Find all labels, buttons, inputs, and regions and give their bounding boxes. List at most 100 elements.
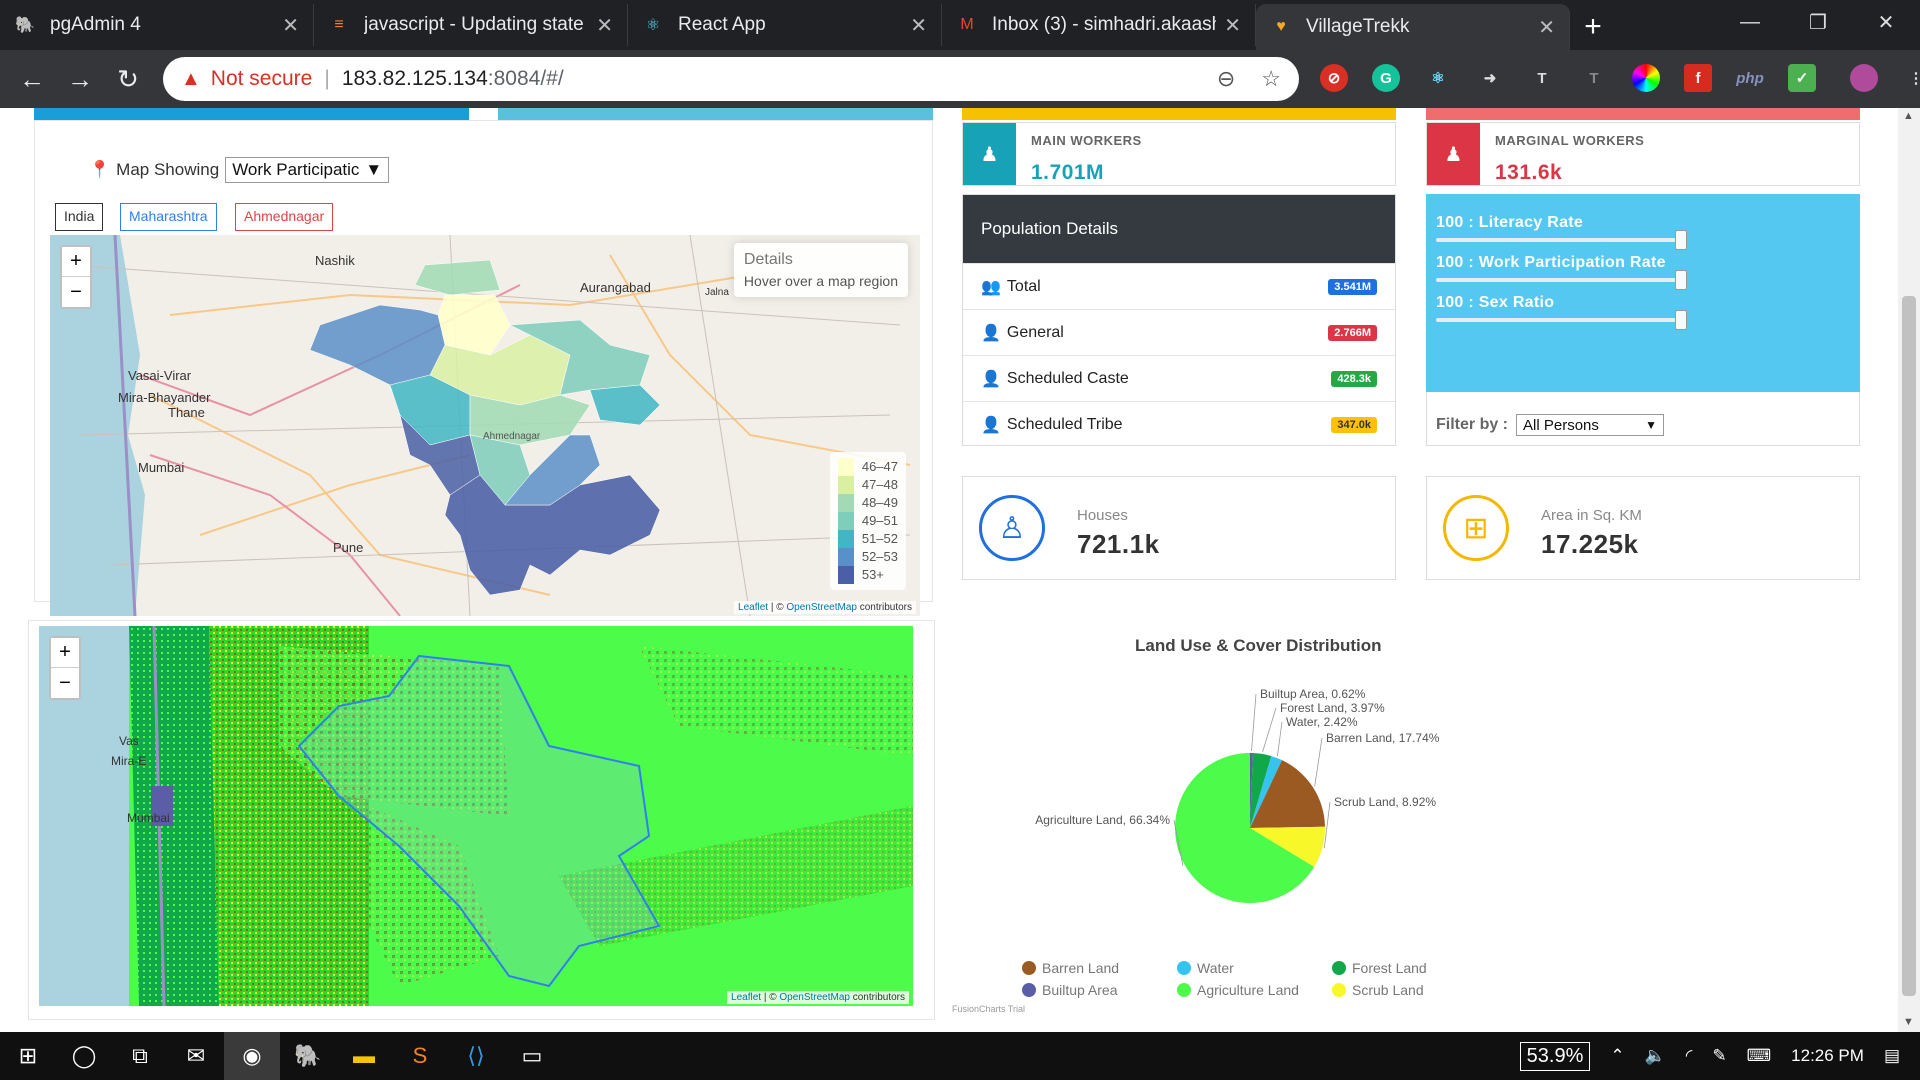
page-scrollbar[interactable]: ▲ ▼ xyxy=(1898,108,1920,1032)
menu-dots-icon[interactable]: ⋮ xyxy=(1902,64,1920,92)
legend-item: 49–51 xyxy=(837,512,898,530)
minimize-button[interactable]: — xyxy=(1716,0,1784,44)
extension-block-icon[interactable]: ⊘ xyxy=(1320,64,1348,92)
pie-connector xyxy=(1277,721,1283,757)
address-bar[interactable]: ▲ Not secure | 183.82.125.134 :8084/#/ ⊖… xyxy=(163,57,1299,101)
php-icon[interactable]: php xyxy=(1736,64,1764,92)
text-extension-icon[interactable]: T xyxy=(1528,64,1556,92)
pie-legend-item[interactable]: Builtup Area xyxy=(1022,982,1118,998)
tab-stackoverflow[interactable]: ≡ javascript - Updating state w ✕ xyxy=(314,4,628,46)
scroll-down-arrow[interactable]: ▼ xyxy=(1903,1016,1914,1028)
leaflet-link[interactable]: Leaflet xyxy=(738,602,768,613)
forward-button[interactable]: → xyxy=(56,55,104,103)
close-icon[interactable]: ✕ xyxy=(282,13,299,38)
scrollbar-thumb[interactable] xyxy=(1902,296,1916,996)
osm-link[interactable]: OpenStreetMap xyxy=(786,602,857,613)
back-button[interactable]: ← xyxy=(8,55,56,103)
tab-gmail[interactable]: M Inbox (3) - simhadri.akaash ✕ xyxy=(942,4,1256,46)
breadcrumb-india[interactable]: India xyxy=(55,203,104,231)
bookmark-star-icon[interactable]: ☆ xyxy=(1261,66,1281,92)
file-explorer-icon[interactable]: ▬ xyxy=(336,1032,392,1080)
clock[interactable]: 12:26 PM xyxy=(1791,1046,1864,1066)
literacy-rate-slider[interactable] xyxy=(1436,230,1687,250)
mail-icon[interactable]: ✉ xyxy=(168,1032,224,1080)
map-showing-label: Map Showing xyxy=(116,160,220,179)
chart-title: Land Use & Cover Distribution xyxy=(1135,636,1382,655)
place-label: Pune xyxy=(333,540,364,555)
react-devtools-icon[interactable]: ⚛ xyxy=(1424,64,1452,92)
close-icon[interactable]: ✕ xyxy=(910,13,927,38)
pgadmin-icon[interactable]: 🐘 xyxy=(280,1032,336,1080)
close-icon[interactable]: ✕ xyxy=(596,13,613,38)
notification-icon[interactable]: ▤ xyxy=(1884,1046,1900,1066)
map-metric-select[interactable]: Work Participatic ▼ xyxy=(225,157,390,183)
breadcrumb-ahmednagar[interactable]: Ahmednagar xyxy=(235,203,334,231)
filter-select[interactable]: All Persons ▼ xyxy=(1516,414,1665,436)
slider-handle[interactable] xyxy=(1675,310,1687,330)
threshold-sliders: 100 : Literacy Rate 100 : Work Participa… xyxy=(1426,194,1860,392)
taluka-region xyxy=(414,259,501,296)
slider-handle[interactable] xyxy=(1675,230,1687,250)
chrome-icon[interactable]: ◉ xyxy=(224,1032,280,1080)
search-icon[interactable]: ◯ xyxy=(56,1032,112,1080)
choropleth-map[interactable]: Nashik Aurangabad Jalna Vasai-Virar Mira… xyxy=(50,235,920,616)
close-icon[interactable]: ✕ xyxy=(1538,15,1555,40)
task-view-icon[interactable]: ⧉ xyxy=(112,1032,168,1080)
flash-icon[interactable]: f xyxy=(1684,64,1712,92)
pen-icon[interactable]: ✎ xyxy=(1712,1046,1726,1066)
keyboard-icon[interactable]: ⌨ xyxy=(1747,1046,1772,1066)
pie-legend-item[interactable]: Scrub Land xyxy=(1332,982,1424,998)
color-picker-icon[interactable] xyxy=(1632,64,1660,92)
tab-react-app[interactable]: ⚛ React App ✕ xyxy=(628,4,942,46)
battery-indicator[interactable]: 53.9% xyxy=(1519,1041,1591,1071)
info-text: Hover over a map region xyxy=(743,273,898,289)
person-icon: ♟ xyxy=(963,123,1016,185)
zoom-icon[interactable]: ⊖ xyxy=(1217,66,1235,92)
landcover-map[interactable]: Vas Mira-E Mumbai + − Leaflet | © OpenSt… xyxy=(39,626,913,1006)
windows-start-icon[interactable]: ⊞ xyxy=(0,1032,56,1080)
close-icon[interactable]: ✕ xyxy=(1224,13,1241,38)
shield-icon[interactable]: ✓ xyxy=(1788,64,1816,92)
page-viewport: 📍 Map Showing Work Participatic ▼ India … xyxy=(0,108,1898,1032)
pie-legend-item[interactable]: Barren Land xyxy=(1022,960,1119,976)
browser-toolbar: ← → ↻ ▲ Not secure | 183.82.125.134 :808… xyxy=(0,50,1920,108)
zoom-in-button[interactable]: + xyxy=(62,247,90,277)
land-use-pie-chart[interactable]: Builtup Area, 0.62%Forest Land, 3.97%Wat… xyxy=(950,688,1898,1032)
zoom-out-button[interactable]: − xyxy=(62,277,90,307)
chevron-up-icon[interactable]: ⌃ xyxy=(1610,1046,1624,1066)
elephant-icon: 🐘 xyxy=(15,17,35,34)
tab-villagetrekk[interactable]: ♥ VillageTrekk ✕ xyxy=(1256,4,1570,50)
terminal-icon[interactable]: ▭ xyxy=(504,1032,560,1080)
arrow-extension-icon[interactable]: ➜ xyxy=(1476,64,1504,92)
population-row-label: Total xyxy=(1006,277,1041,295)
react-icon: ⚛ xyxy=(645,17,661,34)
place-label: Aurangabad xyxy=(580,280,651,295)
breadcrumb-maharashtra[interactable]: Maharashtra xyxy=(120,203,217,231)
work-participation-slider[interactable] xyxy=(1436,270,1687,290)
pie-legend-item[interactable]: Water xyxy=(1177,960,1234,976)
scroll-up-arrow[interactable]: ▲ xyxy=(1903,110,1914,122)
pie-legend-item[interactable]: Forest Land xyxy=(1332,960,1427,976)
slider-handle[interactable] xyxy=(1675,270,1687,290)
wifi-icon[interactable]: ◜ xyxy=(1686,1046,1693,1066)
close-window-button[interactable]: ✕ xyxy=(1852,0,1920,44)
vscode-icon[interactable]: ⟨⟩ xyxy=(448,1032,504,1080)
legend-label: 48–49 xyxy=(861,495,898,510)
grammarly-icon[interactable]: G xyxy=(1372,64,1400,92)
tab-pgadmin[interactable]: 🐘 pgAdmin 4 ✕ xyxy=(0,4,314,46)
stackoverflow-icon: ≡ xyxy=(334,16,344,33)
font-extension-icon[interactable]: T xyxy=(1580,64,1608,92)
zoom-in-button[interactable]: + xyxy=(51,638,79,668)
osm-link[interactable]: OpenStreetMap xyxy=(779,992,850,1003)
restore-button[interactable]: ❐ xyxy=(1784,0,1852,44)
volume-icon[interactable]: 🔈 xyxy=(1645,1046,1666,1066)
pie-legend-item[interactable]: Agriculture Land xyxy=(1177,982,1299,998)
sex-ratio-slider[interactable] xyxy=(1436,310,1687,330)
chevron-down-icon: ▼ xyxy=(1645,418,1658,432)
reload-button[interactable]: ↻ xyxy=(104,55,152,103)
zoom-out-button[interactable]: − xyxy=(51,668,79,698)
new-tab-button[interactable]: + xyxy=(1570,4,1616,50)
profile-avatar[interactable] xyxy=(1850,64,1878,92)
leaflet-link[interactable]: Leaflet xyxy=(731,992,761,1003)
sublime-icon[interactable]: S xyxy=(392,1032,448,1080)
